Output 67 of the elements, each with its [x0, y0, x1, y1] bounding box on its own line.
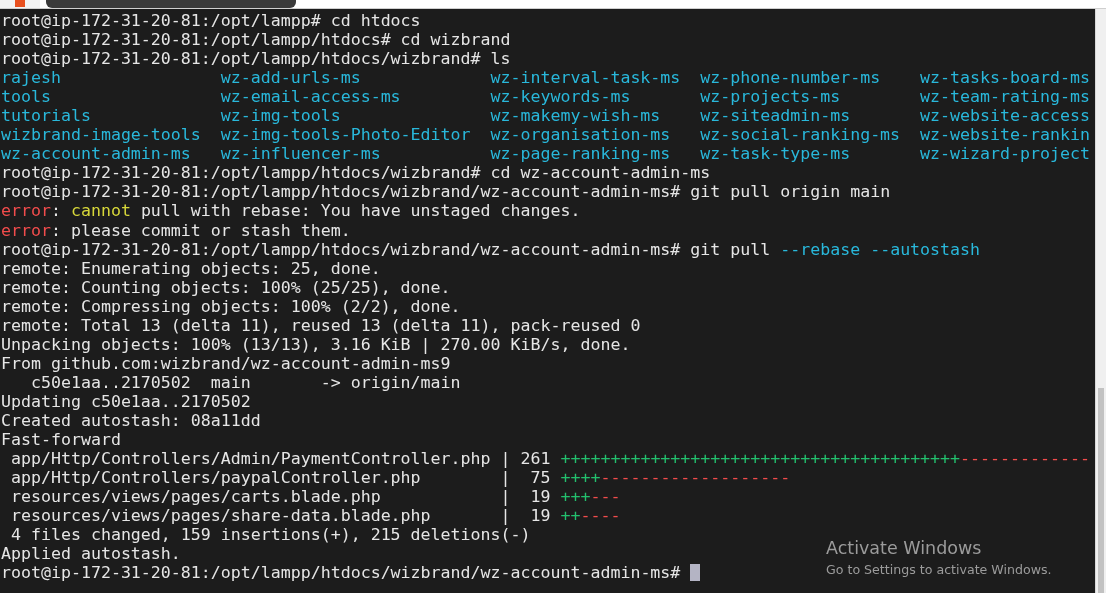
terminal-text: resources/views/pages/share-data.blade.php | 19	[10, 506, 552, 526]
directory-name: wz-team-rating-ms	[920, 87, 1091, 107]
directory-name: wz-siteadmin-ms	[700, 106, 852, 126]
directory-name: tutorials	[1, 106, 92, 126]
terminal-text: root@ip-172-31-20-81:/opt/lampp/htdocs/wizbrand/wz-account-admin-ms#	[1, 563, 682, 583]
directory-name: rajesh	[1, 68, 62, 88]
terminal-text: :	[50, 201, 62, 221]
scrollbar-thumb[interactable]	[1098, 388, 1104, 593]
terminal-text: root@ip-172-31-20-81:/opt/lampp# cd htdocs	[1, 11, 421, 31]
directory-name: wz-email-access-ms	[220, 87, 402, 107]
directory-name: wz-task-type-ms	[700, 144, 852, 164]
directory-name: wz-influencer-ms	[220, 144, 382, 164]
directory-name: wz-wizard-project	[920, 144, 1091, 164]
activation-subtitle: Go to Settings to activate Windows.	[826, 561, 1052, 579]
directory-name: wz-keywords-ms	[490, 87, 632, 107]
directory-name: wz-website-access	[920, 106, 1091, 126]
directory-name: wz-img-tools-Photo-Editor	[220, 125, 472, 145]
directory-name: wz-website-rankin	[920, 125, 1091, 145]
terminal-text: c50e1aa..2170502 main -> origin/main	[29, 372, 461, 392]
terminal-text: resources/views/pages/carts.blade.php | 19	[10, 487, 552, 507]
terminal-text: remote: Total 13 (delta 11), reused 13 (delta 11), pack-reused 0	[1, 315, 641, 335]
terminal-text: -------------	[960, 449, 1090, 469]
activation-title: Activate Windows	[826, 537, 983, 559]
directory-name: wz-add-urls-ms	[220, 68, 362, 88]
terminal-text: root@ip-172-31-20-81:/opt/lampp/htdocs/wizbrand/wz-account-admin-ms# git pull origin main	[1, 182, 891, 202]
directory-name: wz-img-tools	[220, 106, 342, 126]
terminal-text: -------------------	[600, 468, 791, 488]
terminal-text: --rebase --autostash	[780, 239, 981, 259]
directory-name: wz-page-ranking-ms	[490, 144, 672, 164]
directory-name: wz-interval-task-ms	[490, 68, 682, 88]
directory-name: wz-social-ranking-ms	[700, 125, 902, 145]
terminal-text: 4 files changed, 159 insertions(+), 215 deletions(-)	[10, 525, 531, 545]
terminal-text: ++	[560, 506, 581, 526]
directory-name: wz-projects-ms	[700, 87, 842, 107]
terminal-text: Created autostash: 08a11dd	[1, 411, 261, 431]
terminal-text: remote: Counting objects: 100% (25/25), done.	[1, 277, 451, 297]
scrollbar[interactable]	[1095, 9, 1106, 593]
terminal-text: +++	[560, 487, 591, 507]
terminal-text: Applied autostash.	[1, 544, 181, 564]
terminal-text: remote: Enumerating objects: 25, done.	[1, 258, 381, 278]
terminal-text: error	[1, 201, 51, 221]
terminal-text: app/Http/Controllers/Admin/PaymentController.php | 261	[10, 449, 552, 469]
terminal-text: ++++++++++++++++++++++++++++++++++++++++	[560, 449, 961, 469]
terminal-text: ----	[580, 506, 621, 526]
directory-name: wz-makemy-wish-ms	[490, 106, 662, 126]
directory-name: wz-tasks-board-ms	[920, 68, 1091, 88]
directory-name: wz-organisation-ms	[490, 125, 672, 145]
directory-name: wz-account-admin-ms	[1, 144, 192, 164]
terminal-text: ++++	[560, 468, 601, 488]
terminal-text: app/Http/Controllers/paypalController.php | 75	[10, 468, 552, 488]
terminal-text: root@ip-172-31-20-81:/opt/lampp/htdocs/wizbrand# ls	[1, 49, 511, 69]
terminal-text: Updating c50e1aa..2170502	[1, 391, 251, 411]
terminal-text: ---	[590, 487, 621, 507]
directory-name: tools	[1, 87, 52, 107]
terminal-text: remote: Compressing objects: 100% (2/2), done.	[1, 296, 461, 316]
terminal-text: pull with rebase: You have unstaged changes.	[139, 201, 581, 221]
terminal-text: Fast-forward	[1, 430, 121, 450]
directory-name: wizbrand-image-tools	[1, 125, 202, 145]
terminal-text: From github.com:wizbrand/wz-account-admin-ms9	[1, 353, 451, 373]
terminal-text: Unpacking objects: 100% (13/13), 3.16 KiB | 270.00 KiB/s, done.	[1, 334, 631, 354]
terminal-text: root@ip-172-31-20-81:/opt/lampp/htdocs/wizbrand# cd wz-account-admin-ms	[1, 163, 711, 183]
terminal-text: : please commit or stash them.	[50, 220, 351, 240]
terminal-text: root@ip-172-31-20-81:/opt/lampp/htdocs/wizbrand/wz-account-admin-ms# git pull	[1, 239, 772, 259]
terminal-text: cannot	[70, 201, 131, 221]
directory-name: wz-phone-number-ms	[700, 68, 882, 88]
terminal-text: root@ip-172-31-20-81:/opt/lampp/htdocs# cd wizbrand	[1, 30, 511, 50]
terminal-text: error	[1, 220, 51, 240]
